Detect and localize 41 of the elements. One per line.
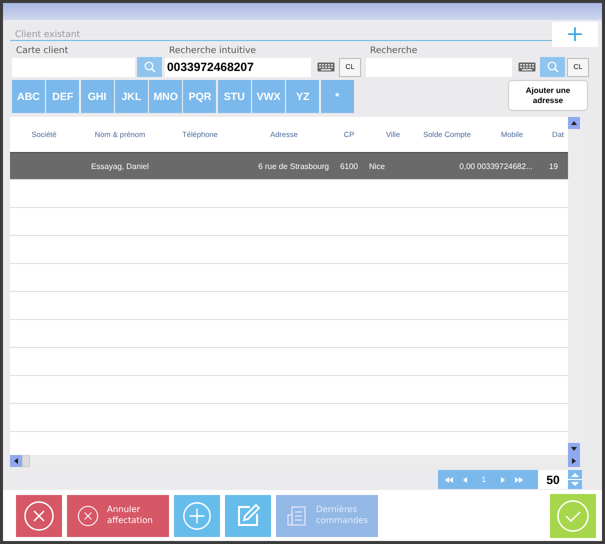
add-address-button[interactable]: Ajouter une adresse: [508, 80, 588, 111]
table-cell: Nice: [369, 162, 386, 170]
scroll-down-icon[interactable]: [568, 443, 580, 455]
field-label: Recherche intuitive: [168, 46, 257, 57]
plus-icon: [182, 500, 212, 530]
table-cell: 19: [549, 162, 558, 170]
table-row[interactable]: Essayag, Daniel 6 rue de Strasbourg 6100 Nice 0,00 00339724682... 19: [10, 152, 568, 180]
table-cell: 0,00: [459, 162, 475, 170]
edit-button[interactable]: [225, 494, 271, 536]
close-icon: [77, 504, 99, 526]
scroll-thumb[interactable]: [22, 455, 30, 467]
search-icon: [546, 61, 558, 73]
close-button[interactable]: [16, 494, 62, 536]
table-cell: Essayag, Daniel: [91, 162, 149, 170]
section-title: Client existant: [15, 30, 80, 40]
table-cell: 6100: [340, 162, 358, 170]
search-icon: [144, 61, 156, 73]
previous-page-icon[interactable]: [462, 476, 468, 484]
confirm-button[interactable]: [550, 494, 596, 538]
table-cell: 00339724682...: [477, 162, 533, 170]
page-size-field[interactable]: 50: [538, 470, 568, 489]
intuitive-search-field[interactable]: 0033972468207: [165, 58, 311, 76]
keyboard-icon[interactable]: [317, 62, 335, 72]
scroll-up-icon[interactable]: [568, 117, 580, 129]
keyboard-icon[interactable]: [518, 62, 536, 72]
next-page-icon[interactable]: [500, 476, 506, 484]
check-icon: [556, 498, 590, 532]
document-icon: [286, 504, 308, 526]
scroll-left-icon[interactable]: [10, 455, 22, 467]
scroll-right-icon[interactable]: [568, 455, 580, 467]
field-label: Carte client: [15, 46, 70, 57]
first-page-icon[interactable]: [444, 476, 454, 484]
cancel-assignment-button[interactable]: Annuler affectation: [67, 494, 169, 536]
search-button[interactable]: [137, 57, 162, 77]
add-button[interactable]: [174, 494, 220, 536]
table-cell: 6 rue de Strasbourg: [258, 162, 329, 170]
field-label: Recherche: [369, 46, 418, 57]
last-page-icon[interactable]: [514, 476, 524, 484]
page-number: 1: [482, 475, 486, 484]
horizontal-scrollbar[interactable]: [10, 455, 580, 467]
close-icon: [23, 500, 55, 532]
